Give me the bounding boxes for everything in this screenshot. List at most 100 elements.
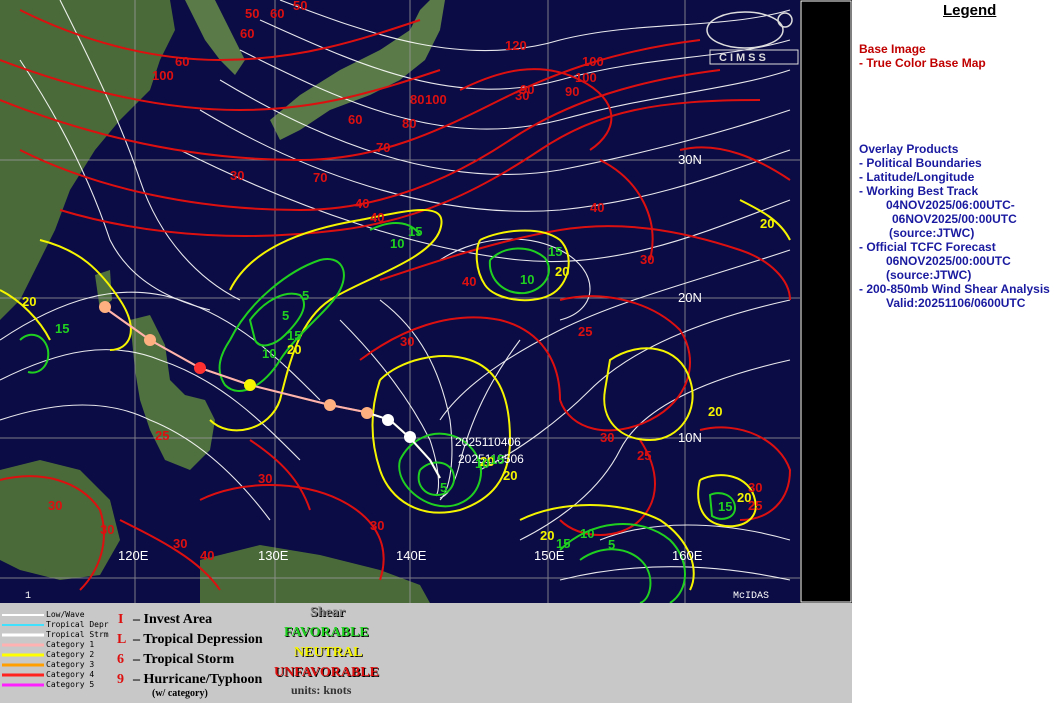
overlay-item: - Political Boundaries (859, 156, 982, 170)
contour-label: 80 (410, 92, 424, 107)
units-label: units: knots (291, 683, 352, 697)
contour-label: 10 (580, 526, 594, 541)
map-border (800, 0, 852, 603)
contour-label: 70 (313, 170, 327, 185)
contour-label: 40 (355, 196, 369, 211)
contour-label: 15 (287, 328, 301, 343)
contour-label: 30 (400, 334, 414, 349)
typhoon-symbol: 9 (117, 672, 124, 687)
storm-symbol (361, 407, 373, 419)
contour-label: 40 (200, 548, 214, 563)
base-image-header: Base Image (859, 42, 926, 56)
storm-symbol (244, 379, 256, 391)
lon-label: 160E (672, 548, 703, 563)
contour-label: 50 (293, 0, 307, 13)
contour-label: 5 (282, 308, 289, 323)
depression-symbol: L (117, 632, 127, 647)
lon-label: 120E (118, 548, 149, 563)
legend-panel: Legend Base Image - True Color Base Map … (855, 0, 1054, 703)
track-type-label: Category 5 (46, 680, 95, 689)
contour-label: 10 (262, 346, 276, 361)
lon-label: 130E (258, 548, 289, 563)
contour-label: 20 (760, 216, 774, 231)
contour-label: 30 (230, 168, 244, 183)
storm-symbol (99, 301, 111, 313)
storm-symbol (404, 431, 416, 443)
shear-map: 30N 20N 10N 120E 130E 140E 150E 160E 202… (0, 0, 852, 603)
overlay-item: - Official TCFC Forecast (859, 240, 996, 254)
track-type-label: Category 4 (46, 670, 95, 679)
contour-label: 20 (503, 468, 517, 483)
neutral-label: NEUTRAL (294, 645, 363, 660)
overlay-item: Valid:20251106/0600UTC (886, 296, 1026, 310)
contour-label: 25 (637, 448, 651, 463)
invest-label: – Invest Area (133, 612, 213, 627)
contour-label: 25 (578, 324, 592, 339)
lat-label: 10N (678, 430, 702, 445)
base-image-item: - True Color Base Map (859, 56, 986, 70)
overlay-item: 04NOV2025/06:00UTC- (886, 198, 1015, 212)
contour-label: 100 (425, 92, 447, 107)
favorable-label: FAVORABLE (284, 625, 369, 640)
overlay-item: - Latitude/Longitude (859, 170, 975, 184)
contour-label: 60 (175, 54, 189, 69)
track-line-swatches (2, 614, 44, 687)
contour-label: 20 (287, 342, 301, 357)
lat-label: 20N (678, 290, 702, 305)
contour-label: 100 (152, 68, 174, 83)
contour-label: 20 (22, 294, 36, 309)
track-type-label: Category 1 (46, 640, 95, 649)
typhoon-label: – Hurricane/Typhoon (133, 672, 263, 687)
storm-symbol (194, 362, 206, 374)
contour-label: 5 (608, 537, 615, 552)
storm-symbol (382, 414, 394, 426)
track-type-label: Tropical Strm (46, 630, 109, 639)
map-frame: 30N 20N 10N 120E 130E 140E 150E 160E 202… (0, 0, 852, 603)
contour-label: 5 (302, 288, 309, 303)
storm-symbol: 6 (117, 652, 124, 667)
overlay-item: 06NOV2025/00:00UTC (886, 254, 1011, 268)
contour-label: 30 (48, 498, 62, 513)
contour-label: 30 (370, 518, 384, 533)
contour-label: 30 (600, 430, 614, 445)
contour-label: 15 (55, 321, 69, 336)
storm-date-label: 2025110406 (455, 435, 521, 449)
contour-label: 100 (582, 54, 604, 69)
contour-label: 20 (708, 404, 722, 419)
contour-label: 60 (348, 112, 362, 127)
contour-label: 60 (270, 6, 284, 21)
contour-label: 5 (440, 480, 447, 495)
track-type-label: Category 3 (46, 660, 95, 669)
svg-text:CIMSS: CIMSS (719, 52, 769, 64)
depression-label: – Tropical Depression (133, 632, 263, 647)
contour-label: 90 (565, 84, 579, 99)
contour-label: 10 (475, 456, 489, 471)
track-type-label: Tropical Depr (46, 620, 109, 629)
contour-label: 20 (737, 490, 751, 505)
storm-symbol (144, 334, 156, 346)
invest-symbol: I (118, 612, 124, 627)
overlay-item: (source:JTWC) (889, 226, 975, 240)
contour-label: 30 (100, 522, 114, 537)
overlay-header: Overlay Products (859, 142, 959, 156)
unfavorable-label: UNFAVORABLE (274, 665, 379, 680)
storm-symbol (324, 399, 336, 411)
contour-label: 15 (718, 499, 732, 514)
contour-label: 20 (540, 528, 554, 543)
overlay-item: 06NOV2025/00:00UTC (892, 212, 1017, 226)
contour-label: 15 (548, 244, 562, 259)
contour-label: 90 (520, 82, 534, 97)
contour-label: 80 (402, 116, 416, 131)
overlay-item: - Working Best Track (859, 184, 979, 198)
contour-label: 50 (245, 6, 259, 21)
contour-label: 15 (490, 452, 504, 467)
overlay-item: - 200-850mb Wind Shear Analysis (859, 282, 1050, 296)
track-type-label: Category 2 (46, 650, 95, 659)
contour-label: 30 (640, 252, 654, 267)
track-type-label: Low/Wave (46, 610, 85, 619)
contour-label: 20 (555, 264, 569, 279)
contour-label: 15 (556, 536, 570, 551)
contour-label: 10 (520, 272, 534, 287)
legend-title: Legend (943, 2, 997, 19)
contour-label: 100 (575, 70, 597, 85)
